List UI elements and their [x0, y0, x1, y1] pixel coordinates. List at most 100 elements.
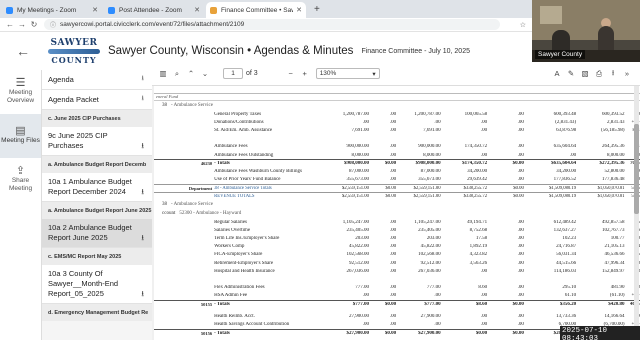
- page-title: Sawyer County, Wisconsin • Agendas & Min…: [108, 45, 354, 57]
- file-item[interactable]: 10a 3 County Of Sawyer__Month-End Report…: [42, 265, 152, 304]
- amount-cell: $0.00: [385, 185, 397, 191]
- amount-cell: $0.00: [384, 302, 397, 308]
- amount-cell: 152,849.97: [602, 268, 625, 274]
- account-header: ccount 52300 - Ambulance - Hayward: [154, 209, 640, 218]
- rail-meeting-files[interactable]: ▤ Meeting Files: [0, 114, 41, 158]
- file-item-agenda-packet[interactable]: Agenda Packet ⭳: [42, 90, 152, 110]
- print-icon[interactable]: ⎙: [592, 69, 606, 79]
- amount-cell: $908,000.00: [415, 161, 441, 167]
- amount-cell: .00: [517, 152, 524, 158]
- file-name: 10a 3 County Of Sawyer__Month-End Report…: [48, 269, 119, 298]
- amount-cell: .00: [389, 244, 397, 250]
- amount-cell: 777.00: [426, 285, 441, 291]
- line-item-name: Donations/Contributions: [214, 119, 264, 125]
- table-row: General Property Taxes 1,200,787.00 .00 1,2…: [154, 110, 640, 118]
- zoom-value: 130%: [319, 70, 337, 77]
- amount-cell: $0.00: [384, 161, 397, 167]
- page-up-icon[interactable]: ⌃: [184, 69, 198, 78]
- amount-cell: .00: [517, 260, 524, 266]
- sidebar-toggle-icon[interactable]: ▥: [156, 69, 170, 78]
- browser-tab-post-attendee[interactable]: Post Attendee - Zoom ✕: [104, 2, 204, 18]
- department-name: - Ambulance Service: [171, 202, 213, 208]
- pdf-viewer: ▥ ⌕ ⌃ ⌄ 1 of 3 − + 130% ▾ A ✎ ▧ ⎙ ⭳ » en…: [152, 62, 640, 340]
- download-icon[interactable]: ⭳: [141, 187, 144, 197]
- amount-cell: 102,568.00: [346, 252, 369, 258]
- download-icon[interactable]: ⭳: [606, 67, 620, 80]
- close-tab-icon[interactable]: ✕: [194, 6, 200, 14]
- draw-tool-icon[interactable]: ✎: [564, 69, 578, 78]
- file-name: Agenda Packet: [48, 95, 99, 104]
- text-tool-icon[interactable]: A: [550, 69, 564, 78]
- page-number-input[interactable]: 1: [223, 68, 243, 79]
- url-input[interactable]: ⓘ sawyercowi.portal.civicclerk.com/event…: [44, 19, 500, 30]
- table-row: [154, 275, 640, 283]
- amount-cell: .00: [389, 313, 397, 319]
- file-item-agenda[interactable]: Agenda ⭳: [42, 70, 152, 90]
- site-info-icon[interactable]: ⓘ: [50, 20, 56, 29]
- close-tab-icon[interactable]: ✕: [296, 6, 302, 14]
- bookmark-star-icon[interactable]: ☆: [520, 21, 526, 29]
- amount-cell: 267,036.00: [346, 268, 369, 274]
- download-icon[interactable]: ⭳: [142, 94, 144, 105]
- line-item-name: Regular Salaries: [214, 219, 247, 225]
- back-arrow-icon[interactable]: ←: [4, 20, 16, 29]
- download-icon[interactable]: ⭳: [141, 289, 144, 299]
- zoom-select[interactable]: 130% ▾: [315, 68, 380, 79]
- search-icon[interactable]: ⌕: [170, 69, 184, 79]
- page-down-icon[interactable]: ⌄: [198, 69, 212, 78]
- amount-cell: $908,000.00: [343, 161, 369, 167]
- download-icon[interactable]: ⭳: [142, 74, 144, 85]
- scrollbar-thumb[interactable]: [634, 124, 639, 214]
- screen: My Meetings - Zoom ✕ Post Attendee - Zoo…: [0, 0, 640, 340]
- section-header: a. Ambulance Budget Report Decemb: [42, 156, 152, 173]
- zoom-in-icon[interactable]: +: [298, 69, 312, 78]
- amount-cell: 61.10: [564, 293, 577, 299]
- table-row: Health Reimb. Acct. 27,900.00 .00 27,900.00…: [154, 312, 640, 320]
- amount-cell: 612,489.42: [553, 219, 577, 225]
- amount-cell: 600,393.52: [602, 111, 625, 117]
- back-arrow-icon[interactable]: ←: [0, 43, 46, 59]
- browser-tab-finance-committee[interactable]: Finance Committee • Sawyer Co ✕: [206, 2, 306, 18]
- video-participant: [552, 30, 570, 52]
- download-icon[interactable]: ⭳: [141, 233, 144, 243]
- chevron-down-icon: ▾: [372, 70, 376, 78]
- download-icon[interactable]: ⭳: [141, 141, 144, 151]
- zoom-out-icon[interactable]: −: [284, 69, 298, 78]
- amount-cell: 267,036.00: [418, 268, 441, 274]
- amount-cell: 13,733.36: [556, 313, 577, 319]
- amount-cell: $338,255.72: [463, 185, 488, 191]
- line-item-name: Flex Administration Fees: [214, 285, 265, 291]
- amount-cell: .00: [389, 252, 397, 258]
- rail-share-meeting[interactable]: ⇪ Share Meeting: [0, 158, 41, 202]
- pdf-scrollbar[interactable]: [634, 86, 639, 338]
- new-tab-button[interactable]: +: [308, 4, 326, 18]
- county-logo[interactable]: SAWYER COUNTY: [46, 36, 102, 66]
- line-item-name: Use of Prior Years' Fund Balance: [214, 177, 281, 183]
- recording-timestamp: 2025-07-10 08:43:03: [560, 326, 640, 340]
- browser-tab-my-meetings[interactable]: My Meetings - Zoom ✕: [2, 2, 102, 18]
- close-tab-icon[interactable]: ✕: [92, 6, 98, 14]
- amount-cell: $0.00: [513, 193, 524, 199]
- file-name: 10a 2 Ambulance Budget Report June 2025: [48, 223, 132, 242]
- file-item-selected[interactable]: 10a 2 Ambulance Budget Report June 2025 …: [42, 219, 152, 248]
- amount-cell: 235,405.00: [418, 227, 441, 233]
- more-tools-icon[interactable]: »: [620, 69, 634, 78]
- table-row: Ambulance Fees Washburn County Billings 8…: [154, 167, 640, 175]
- amount-cell: 295.10: [562, 285, 577, 291]
- amount-cell: .00: [517, 285, 524, 291]
- forward-arrow-icon[interactable]: →: [16, 20, 28, 29]
- amount-cell: 203.00: [426, 236, 441, 242]
- reload-icon[interactable]: ↻: [28, 20, 40, 29]
- rail-label: Meeting Files: [1, 137, 40, 144]
- file-item[interactable]: 10a 1 Ambulance Budget Report December 2…: [42, 173, 152, 202]
- rail-meeting-overview[interactable]: ☰ Meeting Overview: [0, 70, 41, 114]
- tab-title: Finance Committee • Sawyer Co: [221, 6, 293, 14]
- amount-cell: 14,166.64: [604, 313, 625, 319]
- amount-cell: .00: [517, 144, 524, 150]
- image-tool-icon[interactable]: ▧: [578, 69, 592, 78]
- table-row: HSA Admin Fee .00 .00 .00 .00 .00 61.10 (61.10)…: [154, 292, 640, 300]
- totals-row: 46230- Totals $908,000.00 $0.00 $908,000.00…: [154, 159, 640, 167]
- amount-cell: .00: [517, 268, 524, 274]
- file-item[interactable]: 9c June 2025 CIP Purchases ⭳: [42, 127, 152, 156]
- line-item-name: Term Life Ins./Employer's Share: [214, 236, 280, 242]
